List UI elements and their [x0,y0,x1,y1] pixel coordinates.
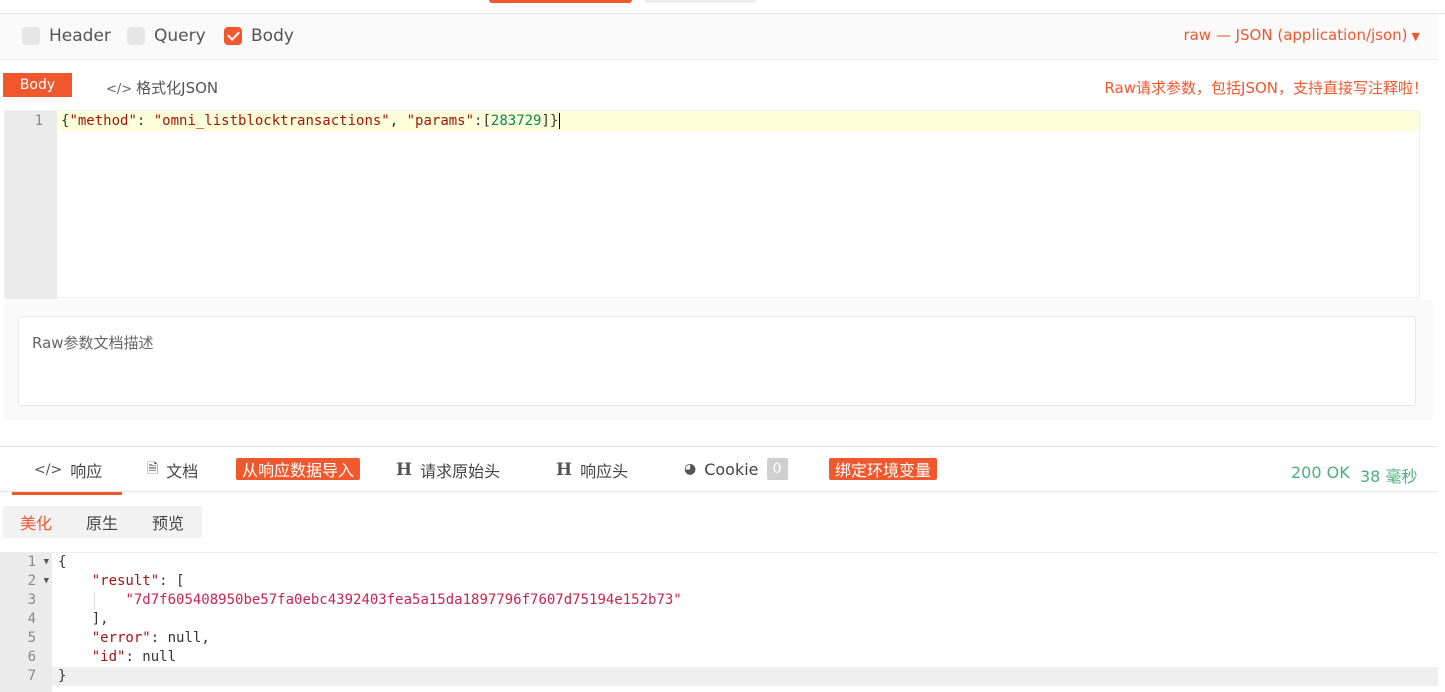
request-body-code[interactable]: {"method": "omni_listblocktransactions",… [61,111,561,131]
document-icon: 🗎 [147,461,159,477]
tab-cookie[interactable]: ◕ Cookie 0 [684,458,788,480]
line-number: 5 [27,630,36,646]
json-value-error: null [167,630,202,646]
request-body-editor[interactable]: 1 {"method": "omni_listblocktransactions… [4,110,1420,299]
json-line: } [58,667,66,686]
tab-raw[interactable]: 原生 [69,506,135,538]
json-key-method: "method" [69,113,137,129]
tab-request-raw-headers-label: 请求原始头 [420,462,501,481]
raw-type-label: raw — JSON (application/json) [1183,26,1408,44]
json-line: "result": [ [91,573,185,589]
response-gutter: 1 ▼ 2 ▼ 3 4 5 6 7 [0,553,52,692]
code-icon: </> [106,82,133,97]
json-value-hash: "7d7f605408950be57fa0ebc4392403fea5a15da… [125,592,682,608]
header-checkbox-box[interactable] [22,27,40,45]
cookie-icon: ◕ [684,461,697,477]
raw-description-input[interactable]: Raw参数文档描述 [18,316,1416,406]
json-line: "error": null, [91,630,210,646]
json-close-brace: } [58,668,67,684]
raw-hint-text: Raw请求参数，包括JSON，支持直接写注释啦！ [1104,79,1428,97]
fold-arrow-icon[interactable]: ▼ [44,572,49,591]
raw-type-dropdown[interactable]: raw — JSON (application/json) ▼ [1183,26,1420,44]
line-number: 4 [27,611,36,627]
tab-docs-label: 文档 [166,462,199,481]
response-body-viewer[interactable]: 1 ▼ 2 ▼ 3 4 5 6 7 { "result": [ "7d7f60540… [0,552,1438,692]
tab-response[interactable]: </> 响应 [11,458,123,495]
status-code: 200 OK [1291,463,1350,482]
line-number: 7 [27,668,36,684]
tab-response-headers-label: 响应头 [580,462,629,481]
fold-arrow-icon[interactable]: ▼ [44,553,49,572]
tab-beautify[interactable]: 美化 [3,506,69,538]
json-key-result: "result" [91,573,160,589]
body-tab[interactable]: Body [3,73,72,97]
code-icon: </> [34,462,63,478]
tab-cookie-label: Cookie [704,459,759,479]
json-line: { [58,553,66,572]
tab-response-headers[interactable]: H 响应头 [556,458,628,482]
json-comma: , [389,113,407,129]
response-view-tabs: 美化 原生 预览 [3,506,202,538]
section-divider [0,446,1438,447]
tab-request-raw-headers[interactable]: H 请求原始头 [396,458,500,482]
body-checkbox[interactable]: Body [224,26,294,46]
query-checkbox-box[interactable] [127,27,145,45]
raw-description-placeholder: Raw参数文档描述 [32,334,154,352]
query-checkbox-label: Query [154,26,206,46]
active-request-tab-edge[interactable] [489,0,632,3]
tab-docs[interactable]: 🗎 文档 [147,458,198,482]
inactive-request-tab-edge[interactable] [645,0,756,3]
caret-down-icon: ▼ [1411,30,1420,43]
line-number: 2 ▼ [27,572,49,591]
json-open-brace: { [58,554,67,570]
response-tab-bar: </> 响应 🗎 文档 从响应数据导入 H 请求原始头 H 响应头 ◕ Cookie 0 绑… [0,448,1438,495]
json-key-id: "id" [91,649,126,665]
json-value-method: "omni_listblocktransactions" [153,113,390,129]
response-time: 38 毫秒 [1360,467,1418,486]
json-colon-bracket: :[ [474,113,491,129]
json-value-id: null [142,649,177,665]
json-value-params: 283729 [490,113,542,129]
header-h-icon: H [556,460,573,480]
line-number: 6 [27,649,36,665]
tab-preview[interactable]: 预览 [135,506,201,538]
top-tab-strip [0,0,1445,14]
line-number: 3 [27,592,36,608]
json-line: "id": null [91,649,177,665]
json-colon: : [136,113,154,129]
header-checkbox[interactable]: Header [22,26,111,46]
json-line: ], [58,611,109,627]
body-checkbox-label: Body [251,26,294,46]
description-section: Raw参数文档描述 [4,300,1434,420]
cookie-count-badge: 0 [766,458,788,480]
body-section-header: Body </> 格式化JSON Raw请求参数，包括JSON，支持直接写注释啦！ [0,61,1438,109]
body-checkbox-box[interactable] [224,27,242,45]
bind-env-vars-button[interactable]: 绑定环境变量 [829,458,938,480]
tab-response-label: 响应 [70,462,103,481]
json-key-error: "error" [91,630,151,646]
line-number: 1 ▼ [27,553,49,572]
json-close: ]} [541,113,559,129]
format-json-label: 格式化JSON [136,79,219,97]
header-checkbox-label: Header [49,26,111,46]
editor-gutter: 1 [5,111,57,299]
header-h-icon: H [396,460,413,480]
json-line: "7d7f605408950be57fa0ebc4392403fea5a15da… [58,591,682,610]
text-cursor [559,113,561,129]
json-key-params: "params" [406,113,475,129]
format-json-button[interactable]: </> 格式化JSON [106,77,218,98]
request-options-bar: Header Query Body raw — JSON (applicatio… [0,14,1438,60]
active-line-highlight [52,667,1438,686]
import-from-response-button[interactable]: 从响应数据导入 [236,458,361,480]
line-number: 1 [34,113,43,129]
query-checkbox[interactable]: Query [127,26,206,46]
